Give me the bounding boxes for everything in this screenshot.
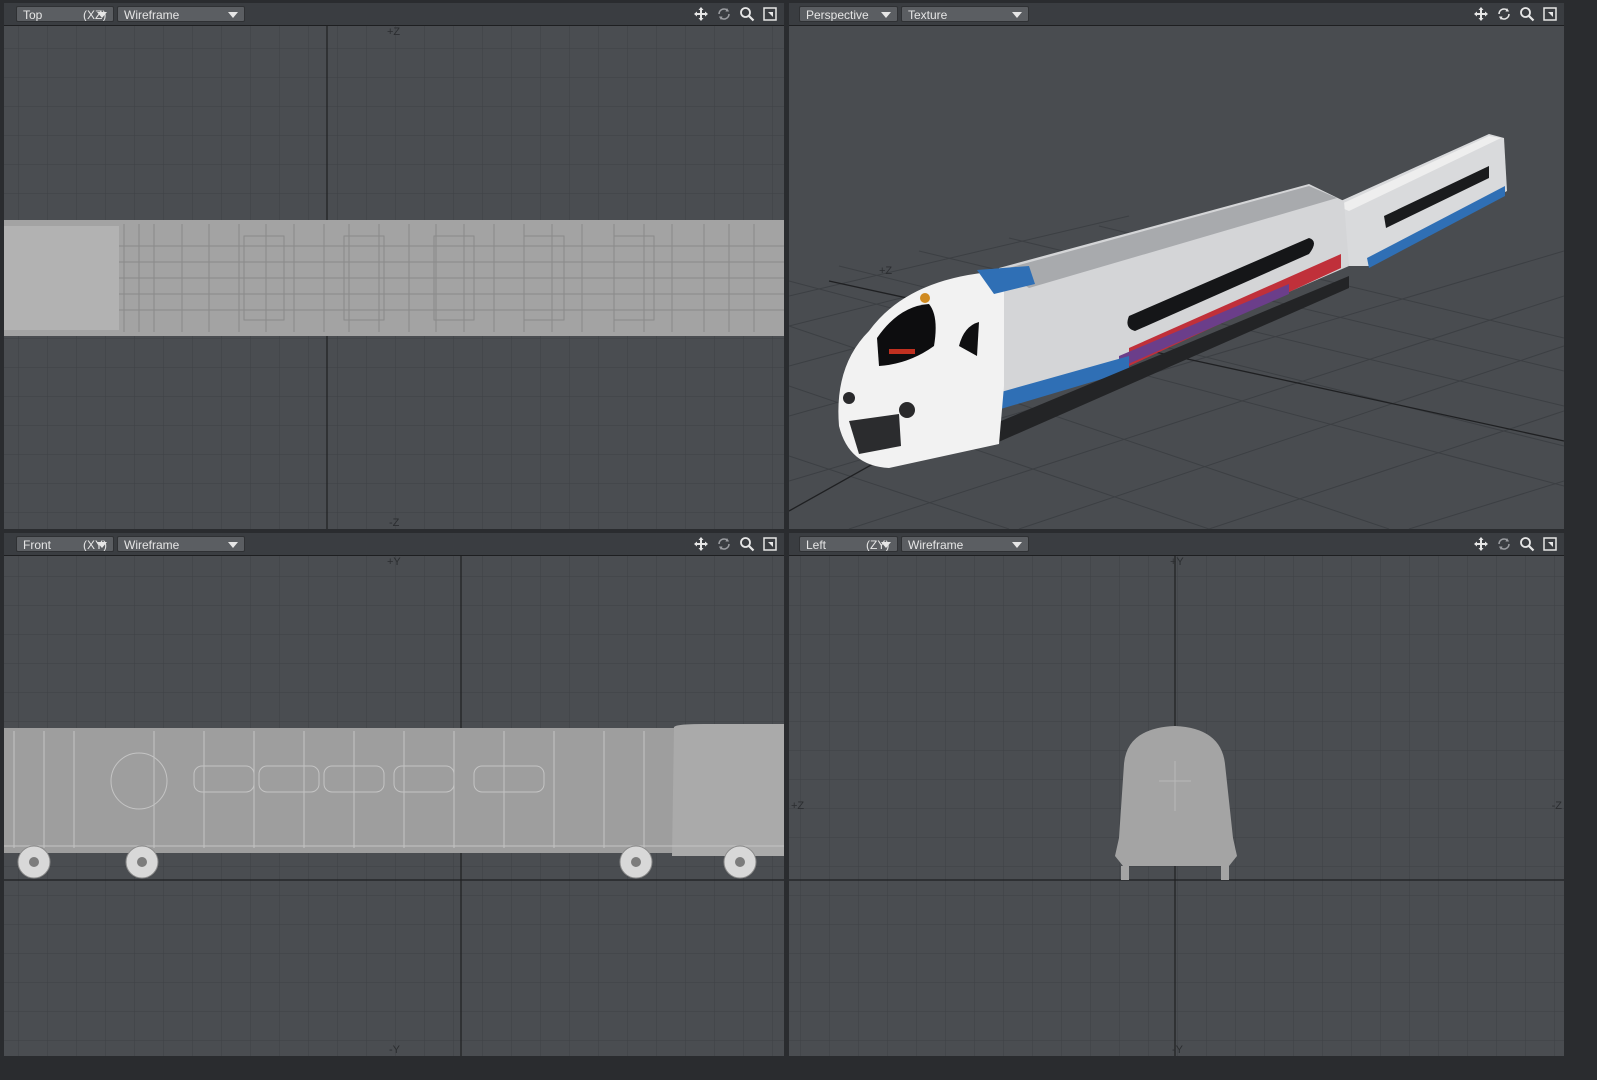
rotate-view-icon[interactable] (1494, 5, 1514, 23)
rotate-view-icon[interactable] (1494, 535, 1514, 553)
rotate-view-icon[interactable] (714, 535, 734, 553)
render-mode-label: Texture (908, 8, 948, 22)
viewport-canvas[interactable]: +Z -Z (4, 26, 784, 529)
train-wireframe-end (1115, 726, 1237, 880)
zoom-view-icon[interactable] (1517, 5, 1537, 23)
viewport-header: Perspective Texture (789, 3, 1564, 26)
viewport-canvas[interactable]: +Y -Y (4, 556, 784, 1056)
move-view-icon[interactable] (1471, 535, 1491, 553)
zoom-view-icon[interactable] (1517, 535, 1537, 553)
render-mode-dropdown[interactable]: Wireframe (117, 6, 245, 22)
view-name: Left (806, 538, 827, 552)
maximize-view-icon[interactable] (760, 535, 780, 553)
axis-label-down: -Y (389, 1044, 400, 1056)
front-view-scene (4, 556, 784, 1056)
axis-label-up: +Y (387, 556, 401, 568)
view-name: Front (23, 538, 52, 552)
chevron-down-icon (1012, 12, 1022, 18)
render-mode-label: Wireframe (124, 538, 180, 552)
viewport-tools (1471, 5, 1560, 23)
move-view-icon[interactable] (691, 5, 711, 23)
chevron-down-icon (881, 542, 891, 548)
viewport-header: Top (XZ) Wireframe (4, 3, 784, 26)
maximize-view-icon[interactable] (1540, 5, 1560, 23)
viewport-front[interactable]: Front (XY) Wireframe +Y -Y (4, 533, 784, 1056)
render-mode-label: Wireframe (124, 8, 180, 22)
view-select-dropdown[interactable]: Top (XZ) (16, 6, 114, 22)
left-view-scene (789, 556, 1564, 1056)
render-mode-dropdown[interactable]: Texture (901, 6, 1029, 22)
chevron-down-icon (881, 12, 891, 18)
view-name: Perspective (806, 8, 869, 22)
move-view-icon[interactable] (1471, 5, 1491, 23)
viewport-header: Front (XY) Wireframe (4, 533, 784, 556)
maximize-view-icon[interactable] (1540, 535, 1560, 553)
viewport-left[interactable]: Left (ZY) Wireframe +Y -Y +Z -Z (789, 533, 1564, 1056)
chevron-down-icon (1012, 542, 1022, 548)
axis-label-ground: +Z (879, 265, 892, 277)
view-select-dropdown[interactable]: Perspective (799, 6, 898, 22)
viewport-tools (691, 535, 780, 553)
render-mode-dropdown[interactable]: Wireframe (117, 536, 245, 552)
viewport-header: Left (ZY) Wireframe (789, 533, 1564, 556)
axis-label-up: +Z (387, 26, 401, 38)
chevron-down-icon (97, 12, 107, 18)
viewport-perspective[interactable]: Perspective Texture +Z (789, 3, 1564, 529)
maximize-view-icon[interactable] (760, 5, 780, 23)
render-mode-label: Wireframe (908, 538, 964, 552)
zoom-view-icon[interactable] (737, 535, 757, 553)
chevron-down-icon (228, 542, 238, 548)
top-view-scene (4, 26, 784, 529)
view-select-dropdown[interactable]: Front (XY) (16, 536, 114, 552)
move-view-icon[interactable] (691, 535, 711, 553)
rotate-view-icon[interactable] (714, 5, 734, 23)
view-name: Top (23, 8, 43, 22)
viewport-tools (691, 5, 780, 23)
chevron-down-icon (228, 12, 238, 18)
axis-label-right: -Z (1551, 800, 1562, 812)
viewport-canvas[interactable]: +Z (789, 26, 1564, 529)
viewport-canvas[interactable]: +Y -Y +Z -Z (789, 556, 1564, 1056)
view-select-dropdown[interactable]: Left (ZY) (799, 536, 898, 552)
chevron-down-icon (97, 542, 107, 548)
axis-label-left: +Z (791, 800, 805, 812)
viewport-top[interactable]: Top (XZ) Wireframe +Z -Z (4, 3, 784, 529)
zoom-view-icon[interactable] (737, 5, 757, 23)
perspective-scene: +Z (789, 26, 1564, 529)
axis-label-down: -Y (1172, 1044, 1183, 1056)
axis-label-up: +Y (1170, 556, 1184, 568)
viewport-tools (1471, 535, 1560, 553)
train-wireframe-top (4, 220, 784, 336)
render-mode-dropdown[interactable]: Wireframe (901, 536, 1029, 552)
axis-label-down: -Z (389, 517, 400, 529)
